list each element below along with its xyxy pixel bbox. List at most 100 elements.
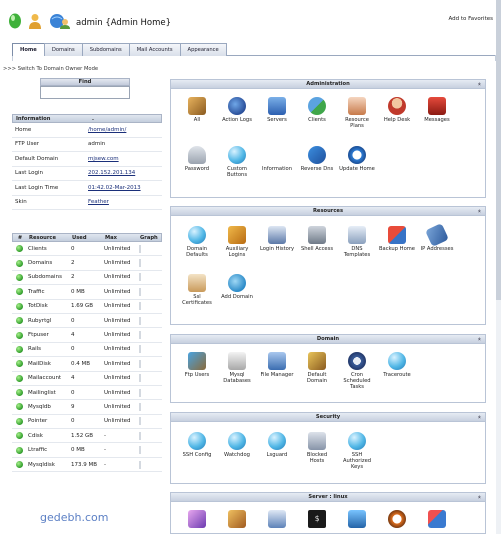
servers-button[interactable]: Servers	[259, 97, 295, 123]
page-scrollbar[interactable]	[496, 0, 501, 534]
custom-buttons-button[interactable]: Custom Buttons	[219, 146, 255, 178]
find-label: Find	[40, 78, 130, 86]
help-desk-button[interactable]: Help Desk	[379, 97, 415, 123]
auxiliary-logins-button[interactable]: Auxiliary Logins	[219, 226, 255, 258]
ssl-certificates-button[interactable]: Ssl Certificates	[179, 274, 215, 306]
status-ok-icon	[15, 461, 23, 469]
tab-subdomains[interactable]: Subdomains	[81, 43, 130, 56]
globe-users-icon[interactable]	[48, 13, 70, 29]
item-label: File Manager	[260, 372, 294, 378]
add-domain-button[interactable]: Add Domain	[219, 274, 255, 300]
item-label: Clients	[308, 117, 326, 123]
reverse-dns-button[interactable]: Reverse Dns	[299, 146, 335, 172]
info-key: Default Domain	[15, 155, 59, 162]
add-to-favorites-link[interactable]: Add to Favorites	[448, 16, 493, 22]
resource-max: Unlimited	[104, 403, 131, 410]
server_linux-tool-5-button[interactable]	[339, 510, 375, 530]
messages-button[interactable]: Messages	[419, 97, 455, 123]
file-manager-button[interactable]: File Manager	[259, 352, 295, 378]
server_linux-tool-2-button[interactable]	[219, 510, 255, 530]
collapse-icon[interactable]: »	[476, 209, 484, 213]
resource-used: 4	[71, 375, 75, 382]
shell-access-button[interactable]: Shell Access	[299, 226, 335, 252]
action-logs-button[interactable]: Action Logs	[219, 97, 255, 123]
server_linux-tool-7-button[interactable]	[419, 510, 455, 530]
table-row: Domains 2 Unlimited	[12, 256, 162, 271]
server_linux-tool-4-button[interactable]: $	[299, 510, 335, 530]
login-history-button[interactable]: Login History	[259, 226, 295, 252]
collapse-icon[interactable]: »	[476, 415, 484, 419]
info-value[interactable]: 01:42.02-Mar-2013	[88, 185, 141, 191]
update-home-button[interactable]: Update Home	[339, 146, 375, 172]
resource-max: Unlimited	[104, 389, 131, 396]
resource-max: -	[104, 432, 106, 439]
traffic-light-icon[interactable]	[8, 13, 22, 29]
item-label: Messages	[424, 117, 450, 123]
panel-header[interactable]: Domain »	[171, 335, 485, 344]
user-icon[interactable]	[28, 13, 42, 29]
resource-max: Unlimited	[104, 288, 131, 295]
resource-used: 2	[71, 260, 75, 267]
info-value[interactable]: 202.152.201.134	[88, 170, 135, 176]
srv7-icon	[428, 510, 446, 528]
server_linux-tool-1-button[interactable]	[179, 510, 215, 530]
info-value[interactable]: mjsew.com	[88, 156, 119, 162]
resource-max: Unlimited	[104, 303, 131, 310]
resource-name: Mysqldisk	[28, 461, 55, 468]
status-ok-icon	[15, 403, 23, 411]
graph-cell	[139, 460, 159, 469]
usage-graph	[139, 331, 141, 340]
watchdog-button[interactable]: Watchdog	[219, 432, 255, 458]
find-input[interactable]	[40, 86, 130, 99]
item-label: Resource Plans	[345, 117, 369, 130]
watermark-text: gedebh.com	[40, 511, 109, 524]
clients-button[interactable]: Clients	[299, 97, 335, 123]
info-value[interactable]: Feather	[88, 199, 109, 205]
panel-header[interactable]: Security »	[171, 413, 485, 422]
server_linux-tool-3-button[interactable]	[259, 510, 295, 530]
usage-graph	[139, 431, 141, 440]
ftp-users-button[interactable]: Ftp Users	[179, 352, 215, 378]
resource-used: 0 MB	[71, 447, 85, 454]
tab-appearance[interactable]: Appearance	[179, 43, 227, 56]
cron-scheduled-tasks-button[interactable]: Cron Scheduled Tasks	[339, 352, 375, 391]
all-button[interactable]: All	[179, 97, 215, 123]
resource-name: Mailinglist	[28, 389, 56, 396]
default-domain-button[interactable]: Default Domain	[299, 352, 335, 384]
tab-mail-accounts[interactable]: Mail Accounts	[128, 43, 181, 56]
panel-header[interactable]: Resources »	[171, 207, 485, 216]
srv2-icon	[228, 510, 246, 528]
srv1-icon	[188, 510, 206, 528]
traceroute-button[interactable]: Traceroute	[379, 352, 415, 378]
domain-defaults-button[interactable]: Domain Defaults	[179, 226, 215, 258]
information-table: Information . Home/home/admin/FTP User ad…	[12, 114, 162, 210]
dns-templates-button[interactable]: DNS Templates	[339, 226, 375, 258]
status-cell	[12, 345, 26, 353]
resource-plans-button[interactable]: Resource Plans	[339, 97, 375, 129]
panel-header[interactable]: Server : linux »	[171, 493, 485, 502]
tab-domains[interactable]: Domains	[43, 43, 83, 56]
backup-home-button[interactable]: Backup Home	[379, 226, 415, 252]
usage-graph	[139, 374, 141, 383]
status-ok-icon	[15, 417, 23, 425]
ip-addresses-button[interactable]: IP Addresses	[419, 223, 455, 252]
password-button[interactable]: Password	[179, 146, 215, 172]
collapse-icon[interactable]: »	[476, 82, 484, 86]
scrollbar-thumb[interactable]	[496, 0, 501, 300]
blocked-hosts-button[interactable]: Blocked Hosts	[299, 432, 335, 464]
info-value[interactable]: /home/admin/	[88, 127, 126, 133]
server_linux-tool-6-button[interactable]	[379, 510, 415, 530]
ssh-authorized-keys-button[interactable]: SSH Authorized Keys	[339, 432, 375, 471]
lsguard-button[interactable]: Lsguard	[259, 432, 295, 458]
tab-home[interactable]: Home	[12, 43, 45, 56]
mysql-databases-button[interactable]: Mysql Databases	[219, 352, 255, 384]
ssh-config-button[interactable]: SSH Config	[179, 432, 215, 458]
upd-icon	[348, 146, 366, 164]
panel-title: Administration	[306, 81, 350, 87]
collapse-icon[interactable]: »	[476, 495, 484, 499]
globe-ball-icon	[188, 432, 206, 450]
information-button[interactable]: Information	[259, 146, 298, 278]
collapse-icon[interactable]: »	[476, 337, 484, 341]
panel-header[interactable]: Administration »	[171, 80, 485, 89]
switch-domain-owner-mode-link[interactable]: >>> Switch To Domain Owner Mode	[3, 66, 98, 72]
